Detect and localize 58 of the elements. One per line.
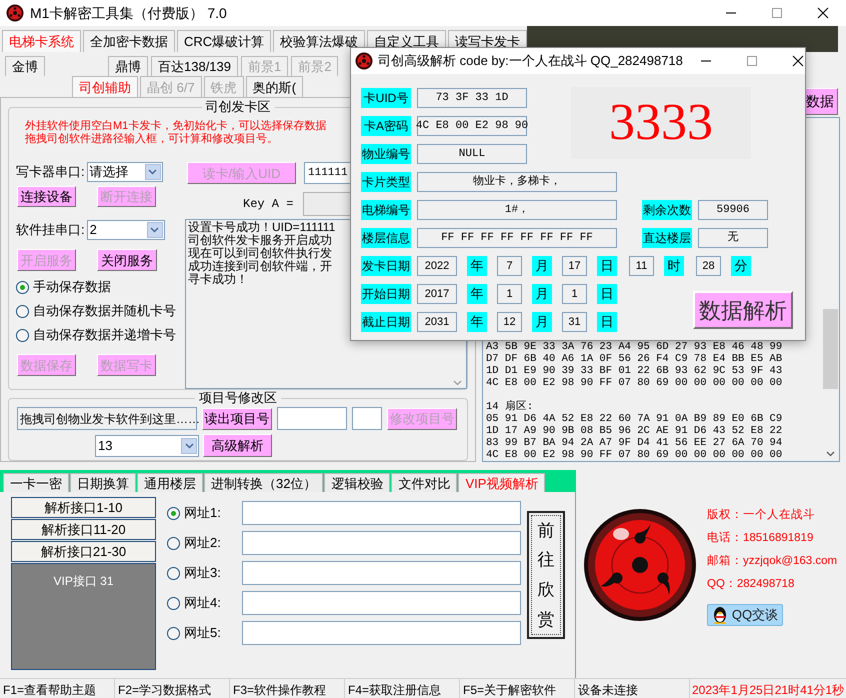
group-title: 项目号修改区 [195, 390, 281, 406]
field-label: 物业编号 [361, 144, 411, 164]
hex-line: 83 99 B7 BA 94 2A A7 9F D4 41 56 EE 27 6A 70 94 [486, 437, 782, 449]
field-label: 卡A密码 [361, 116, 411, 136]
field-label: 发卡日期 [361, 256, 411, 276]
contact-text: 电话：18516891819 [707, 530, 814, 546]
hex-line: 14 扇区: [486, 401, 534, 413]
status-item: F4=获取注册信息 [345, 679, 460, 698]
hex-line: 05 91 D6 4A 52 E8 22 60 7A 91 0A B9 89 E0 6B C9 [486, 413, 782, 425]
unit-label: 时 [664, 256, 684, 276]
log-line: 现在可以到司创软件执行发 [188, 247, 332, 260]
status-item: F1=查看帮助主题 [0, 679, 115, 698]
log-line: 司创软件发卡服务开启成功 [188, 234, 332, 247]
log-line: 设置卡号成功！UID=111111 [188, 221, 336, 234]
contact-text: 版权：一个人在战斗 [707, 508, 815, 523]
key-a-label: Key A = [243, 196, 294, 213]
vip-label: VIP接口 31 [53, 573, 114, 588]
contact-text: 邮箱：yzzjqok@163.com [707, 554, 838, 569]
contact-text: QQ：282498718 [707, 577, 794, 592]
hex-line: 1D 17 A9 90 9B 08 B5 96 2C AE 91 D6 43 52 E8 22 [486, 425, 782, 437]
status-item: 设备未连接 [575, 679, 690, 698]
unit-label: 日 [597, 256, 617, 276]
field-label: 直达楼层 [642, 228, 692, 248]
field-label: 开始日期 [361, 284, 411, 304]
unit-label: 月 [532, 256, 552, 276]
field-label: 楼层信息 [361, 228, 411, 248]
unit-label: 日 [597, 312, 617, 332]
field-label: 卡片类型 [361, 172, 411, 192]
unit-label: 月 [532, 284, 552, 304]
hex-line: A3 5B 9E 33 3A 76 23 A4 95 6D 27 93 E8 46 48 99 [486, 341, 782, 353]
hex-line: 1D D1 E9 90 39 33 BF 01 22 6B 93 62 9C 53 9F 43 [486, 365, 782, 377]
status-item: F5=关于解密软件 [460, 679, 575, 698]
notice-text: 拖拽司创软件进路径输入框，可计算和修改项目号。 [25, 133, 278, 146]
window-title: M1卡解密工具集（付费版） 7.0 [30, 4, 227, 22]
status-item: F3=软件操作教程 [230, 679, 345, 698]
field-label: 写卡器串口: [16, 163, 85, 182]
field-label: 卡UID号 [361, 88, 411, 108]
group-title: 司创发卡区 [202, 99, 274, 115]
field-label: 剩余次数 [642, 200, 692, 220]
unit-label: 年 [467, 312, 487, 332]
field-label: 软件挂串口: [16, 221, 85, 240]
hex-line: 4C E8 00 E2 98 90 FF 07 80 69 00 00 00 00 00 00 [486, 449, 782, 461]
unit-label: 日 [597, 284, 617, 304]
unit-label: 年 [467, 284, 487, 304]
unit-label: 年 [467, 256, 487, 276]
field-label: 电梯编号 [361, 200, 411, 220]
dialog-title: 司创高级解析 code by:一个人在战斗 QQ_282498718 [378, 52, 683, 70]
notice-text: 外挂软件使用空白M1卡发卡，免初始化卡，可以选择保存数据 [25, 120, 326, 133]
field-label: 截止日期 [361, 312, 411, 332]
hex-line: D7 DF 6B 40 A6 1A 0F 56 26 F4 C9 78 E4 BB E5 AB [486, 353, 782, 365]
unit-label: 月 [532, 312, 552, 332]
log-line: 成功连接到司创软件端，开 [188, 260, 332, 273]
unit-label: 分 [731, 256, 751, 276]
big-number-display: 3333 [571, 87, 751, 159]
hex-line: 4C E8 00 E2 98 90 FF 07 80 69 00 00 00 00 00 00 [486, 377, 782, 389]
status-clock: 2023年1月25日21时41分1秒 [691, 682, 844, 698]
status-item: F2=学习数据格式 [115, 679, 230, 698]
log-line: 寻卡成功！ [188, 273, 248, 286]
